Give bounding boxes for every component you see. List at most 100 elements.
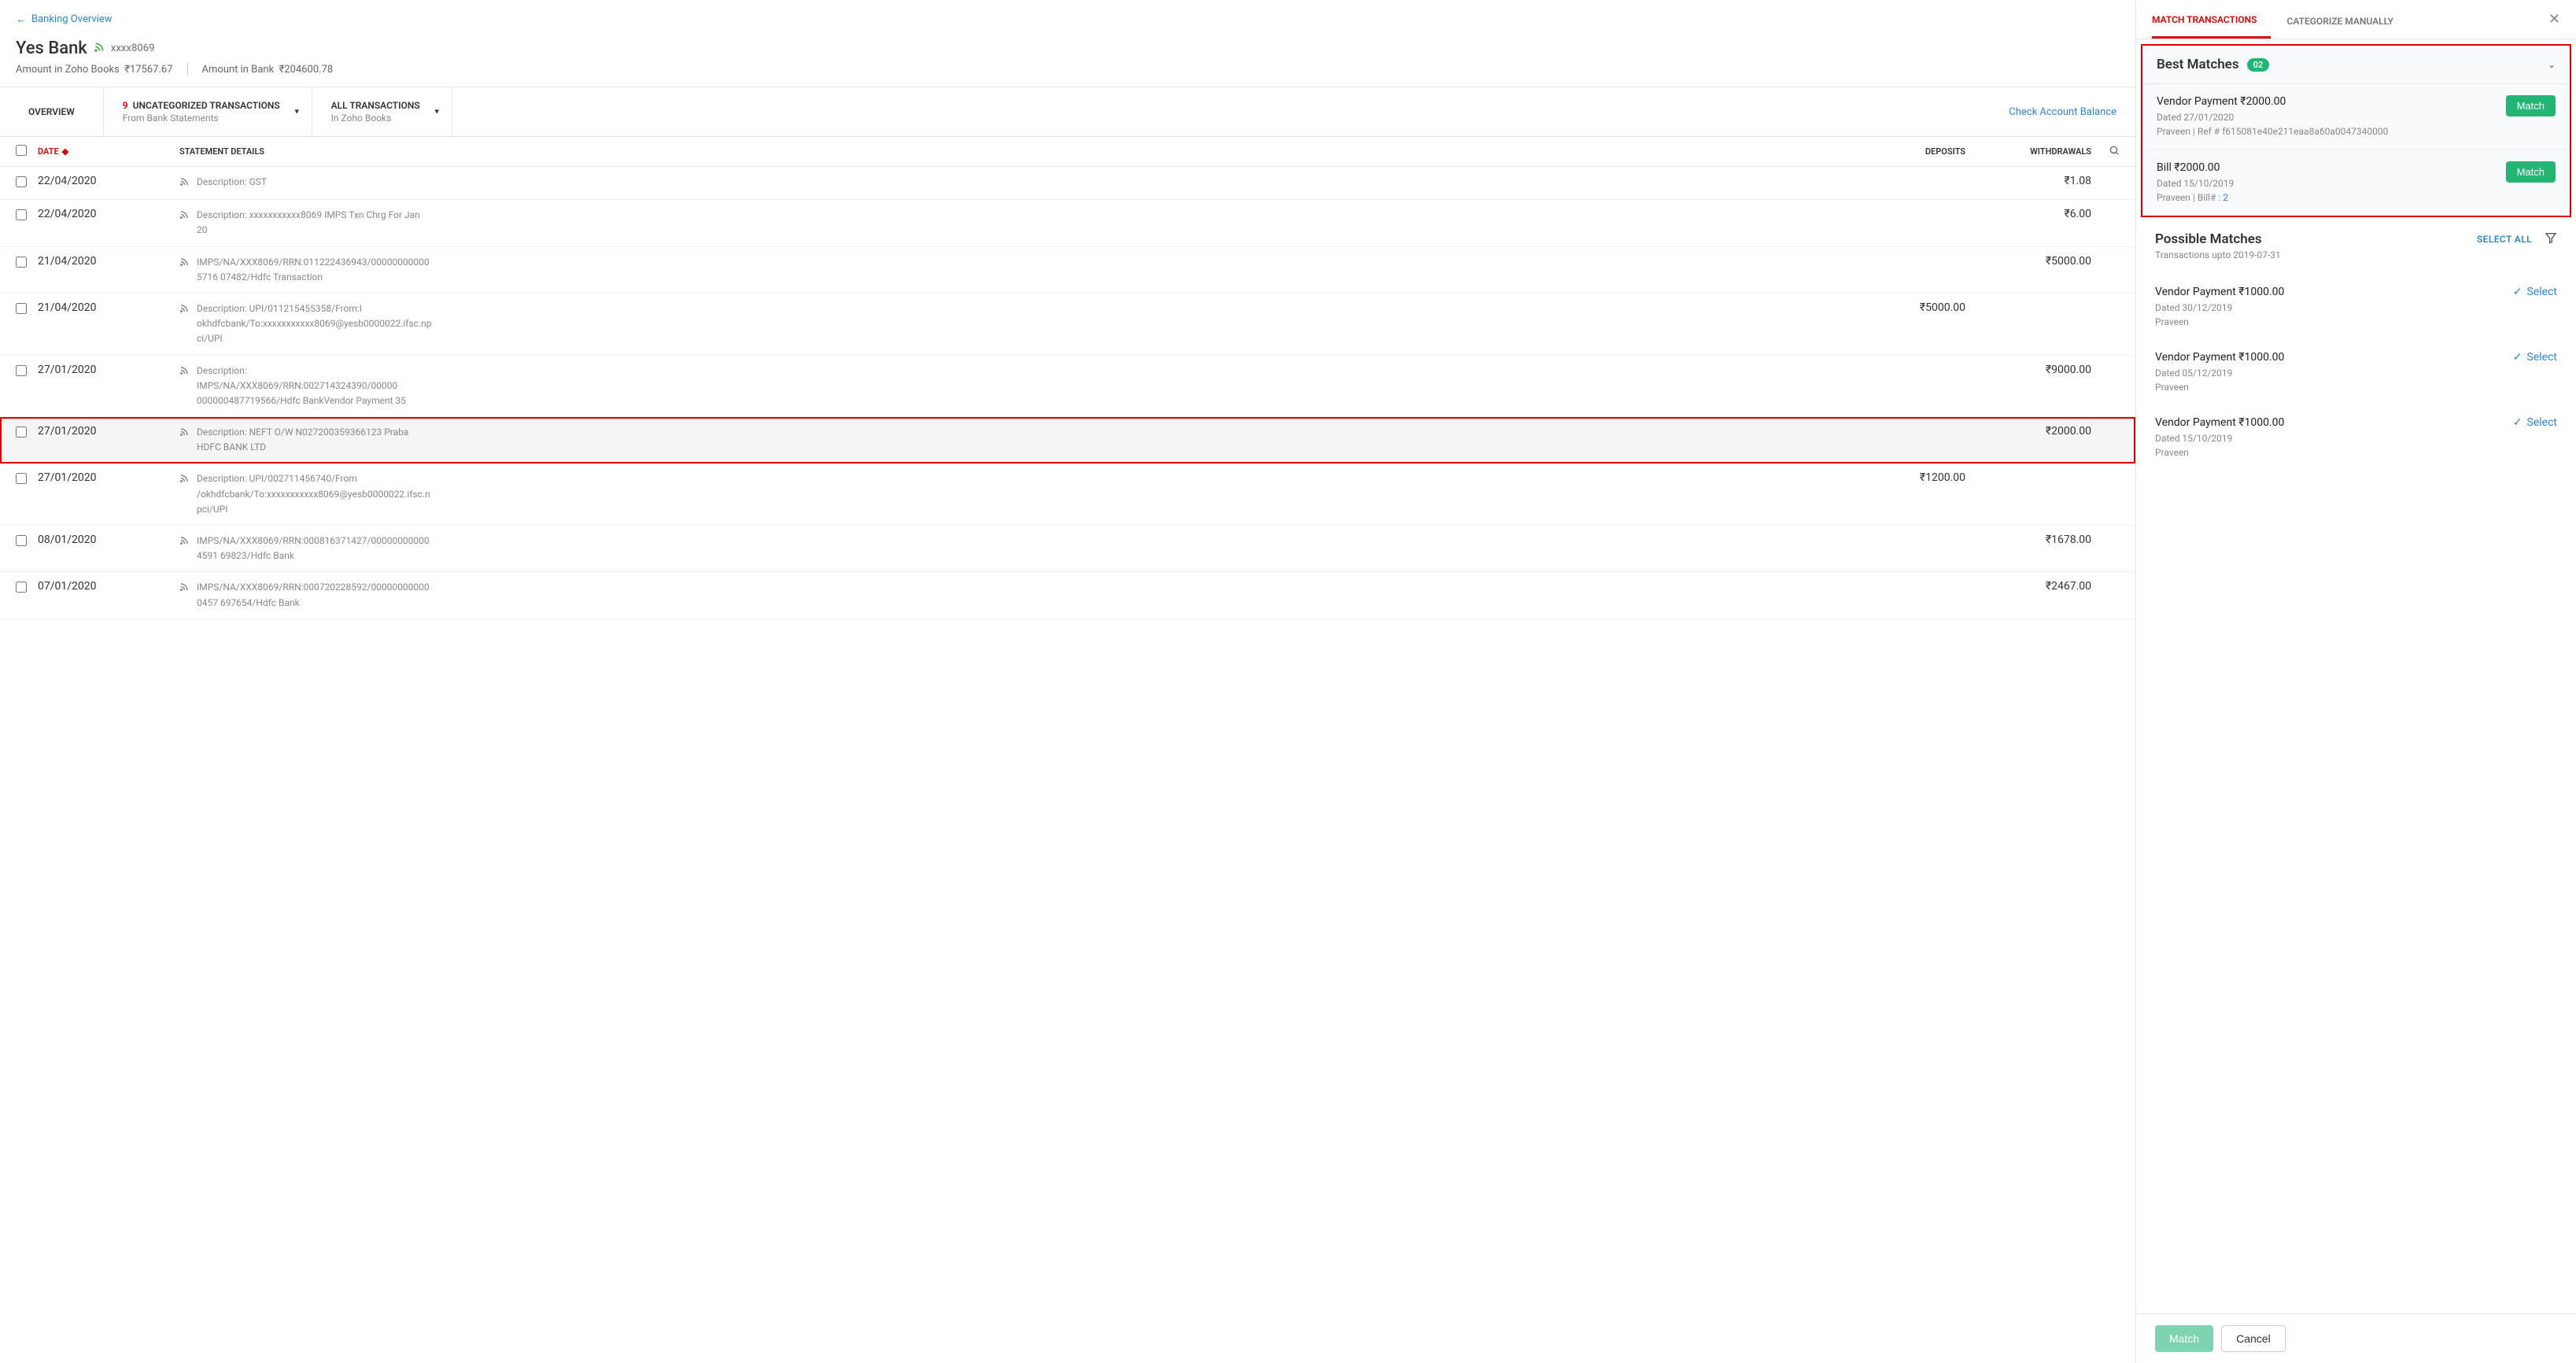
select-all-link[interactable]: SELECT ALL <box>2477 234 2532 245</box>
table-row[interactable]: 27/01/2020 Description: UPI/002711456740… <box>0 464 2135 526</box>
tab-all-transactions[interactable]: ALL TRANSACTIONS In Zoho Books ▼ <box>312 87 452 136</box>
row-description: Description: xxxxxxxxxxx8069 IMPS Txn Ch… <box>197 208 433 238</box>
tab-uncategorized[interactable]: 9 UNCATEGORIZED TRANSACTIONS From Bank S… <box>104 87 312 136</box>
bank-name: Yes Bank <box>16 39 87 58</box>
select-link[interactable]: ✓ Select <box>2513 416 2557 429</box>
uncat-label: UNCATEGORIZED TRANSACTIONS <box>133 100 280 111</box>
select-link[interactable]: ✓ Select <box>2513 351 2557 364</box>
table-row[interactable]: 21/04/2020 IMPS/NA/XXX8069/RRN:011222436… <box>0 247 2135 294</box>
row-date: 07/01/2020 <box>38 580 179 593</box>
best-matches-title: Best Matches <box>2157 57 2239 72</box>
check-balance-link[interactable]: Check Account Balance <box>1990 87 2135 136</box>
row-date: 21/04/2020 <box>38 255 179 268</box>
match-button[interactable]: Match <box>2506 161 2556 183</box>
best-matches-header[interactable]: Best Matches 02 ⌄ <box>2142 46 2570 84</box>
table-row[interactable]: 21/04/2020 Description: UPI/011215455358… <box>0 294 2135 356</box>
feed-icon <box>179 580 189 610</box>
col-date[interactable]: DATE ◆ <box>38 146 179 157</box>
row-date: 27/01/2020 <box>38 364 179 376</box>
possible-title: Vendor Payment ₹1000.00 <box>2155 416 2284 429</box>
table-row[interactable]: 27/01/2020 Description: NEFT O/W N027200… <box>0 417 2135 464</box>
row-date: 22/04/2020 <box>38 175 179 187</box>
feed-icon <box>179 255 189 285</box>
sort-icon: ◆ <box>62 146 68 157</box>
match-ref: Praveen | Bill# : 2 <box>2157 190 2234 205</box>
chevron-down-icon: ▼ <box>434 108 441 116</box>
bill-link[interactable]: 2 <box>2223 192 2228 203</box>
row-date: 27/01/2020 <box>38 471 179 484</box>
row-checkbox[interactable] <box>16 303 27 314</box>
table-row[interactable]: 08/01/2020 IMPS/NA/XXX8069/RRN:000816371… <box>0 526 2135 572</box>
possible-who: Praveen <box>2155 380 2284 394</box>
banking-overview-link[interactable]: ← Banking Overview <box>0 13 128 39</box>
amount-bank-label: Amount in Bank <box>202 64 275 76</box>
row-checkbox[interactable] <box>16 176 27 187</box>
search-icon[interactable] <box>2109 148 2120 158</box>
best-match-item: Bill ₹2000.00 Dated 15/10/2019 Praveen |… <box>2142 150 2570 216</box>
tab-match-transactions[interactable]: MATCH TRANSACTIONS <box>2152 0 2271 39</box>
table-row[interactable]: 22/04/2020 Description: xxxxxxxxxxx8069 … <box>0 200 2135 246</box>
possible-dated: Dated 15/10/2019 <box>2155 431 2284 445</box>
row-checkbox[interactable] <box>16 582 27 593</box>
select-link[interactable]: ✓ Select <box>2513 286 2557 298</box>
row-date: 21/04/2020 <box>38 301 179 314</box>
row-description: Description: UPI/011215455358/From:I okh… <box>197 301 433 347</box>
back-link-label: Banking Overview <box>31 13 113 25</box>
check-balance-label: Check Account Balance <box>2009 106 2117 118</box>
possible-match-item: Vendor Payment ₹1000.00 Dated 30/12/2019… <box>2155 275 2557 340</box>
col-deposits: DEPOSITS <box>1847 146 1965 157</box>
best-matches-badge: 02 <box>2247 58 2270 72</box>
row-withdrawal: ₹1.08 <box>1965 175 2091 187</box>
match-button[interactable]: Match <box>2506 95 2556 116</box>
all-label: ALL TRANSACTIONS <box>331 100 420 111</box>
feed-icon <box>179 425 189 455</box>
row-checkbox[interactable] <box>16 257 27 268</box>
row-date: 08/01/2020 <box>38 534 179 546</box>
filter-icon[interactable] <box>2545 231 2557 247</box>
row-checkbox[interactable] <box>16 209 27 220</box>
table-row[interactable]: 27/01/2020 Description: IMPS/NA/XXX8069/… <box>0 356 2135 418</box>
feed-icon <box>179 364 189 409</box>
possible-dated: Dated 30/12/2019 <box>2155 301 2284 315</box>
row-withdrawal: ₹9000.00 <box>1965 364 2091 376</box>
uncat-sub: From Bank Statements <box>123 113 280 124</box>
match-ref: Praveen | Ref # f615081e40e211eaa8a60a00… <box>2157 124 2388 139</box>
cancel-button[interactable]: Cancel <box>2221 1325 2286 1352</box>
table-row[interactable]: 22/04/2020 Description: GST ₹1.08 <box>0 167 2135 200</box>
check-icon: ✓ <box>2513 286 2522 298</box>
amount-bank-value: ₹204600.78 <box>279 64 334 76</box>
row-checkbox[interactable] <box>16 535 27 546</box>
feed-icon <box>179 534 189 563</box>
row-checkbox[interactable] <box>16 427 27 438</box>
row-description: Description: IMPS/NA/XXX8069/RRN:0027143… <box>197 364 433 409</box>
check-icon: ✓ <box>2513 416 2522 429</box>
chevron-down-icon: ▼ <box>293 108 301 116</box>
col-withdrawals: WITHDRAWALS <box>1965 146 2091 157</box>
row-withdrawal: ₹2000.00 <box>1965 425 2091 438</box>
row-description: Description: NEFT O/W N027200359366123 P… <box>197 425 433 455</box>
row-checkbox[interactable] <box>16 365 27 376</box>
feed-icon <box>94 42 105 56</box>
select-all-checkbox[interactable] <box>16 145 27 156</box>
row-description: IMPS/NA/XXX8069/RRN:000720228592/0000000… <box>197 580 433 610</box>
possible-match-item: Vendor Payment ₹1000.00 Dated 05/12/2019… <box>2155 340 2557 405</box>
match-button[interactable]: Match <box>2155 1325 2213 1352</box>
row-withdrawal: ₹6.00 <box>1965 208 2091 220</box>
tab-overview[interactable]: OVERVIEW <box>0 87 104 136</box>
match-dated: Dated 27/01/2020 <box>2157 110 2388 124</box>
table-row[interactable]: 07/01/2020 IMPS/NA/XXX8069/RRN:000720228… <box>0 572 2135 619</box>
match-dated: Dated 15/10/2019 <box>2157 176 2234 190</box>
row-description: Description: GST <box>197 175 267 191</box>
possible-matches-sub: Transactions upto 2019-07-31 <box>2155 249 2281 260</box>
close-icon[interactable]: ✕ <box>2548 11 2560 28</box>
possible-matches-title: Possible Matches <box>2155 231 2281 247</box>
feed-icon <box>179 301 189 347</box>
feed-icon <box>179 175 189 191</box>
possible-match-item: Vendor Payment ₹1000.00 Dated 15/10/2019… <box>2155 405 2557 471</box>
row-checkbox[interactable] <box>16 473 27 484</box>
tab-categorize-manually[interactable]: CATEGORIZE MANUALLY <box>2286 2 2408 38</box>
row-withdrawal: ₹5000.00 <box>1965 255 2091 268</box>
all-sub: In Zoho Books <box>331 113 420 124</box>
arrow-left-icon: ← <box>16 13 27 26</box>
row-deposit: ₹5000.00 <box>1847 301 1965 314</box>
